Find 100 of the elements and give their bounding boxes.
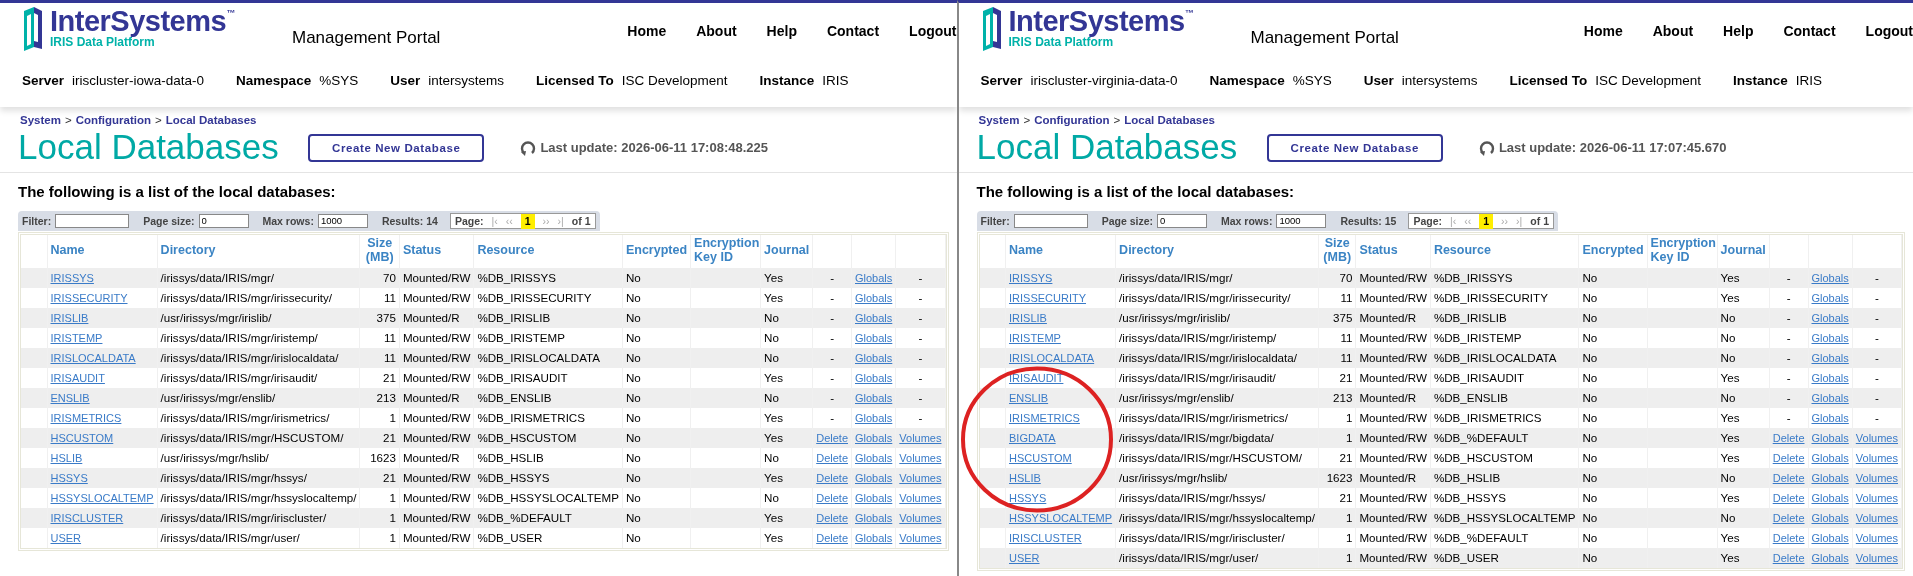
action-link[interactable]: Volumes xyxy=(899,451,942,464)
action-link[interactable]: Globals xyxy=(855,531,893,544)
database-link[interactable]: HSSYSLOCALTEMP xyxy=(50,491,154,504)
action-link[interactable]: Globals xyxy=(855,471,893,484)
database-link[interactable]: HSLIB xyxy=(50,451,83,464)
nav-link[interactable]: About xyxy=(696,21,737,42)
action-link[interactable]: Volumes xyxy=(1855,451,1898,464)
database-link[interactable]: IRISSYS xyxy=(1009,271,1053,284)
pager-button[interactable]: |‹ xyxy=(1450,213,1457,230)
database-link[interactable]: IRISLIB xyxy=(50,311,89,324)
action-link[interactable]: Globals xyxy=(855,311,893,324)
action-link[interactable]: Globals xyxy=(855,351,893,364)
action-link[interactable]: Globals xyxy=(855,271,893,284)
pager-button[interactable]: ‹‹ xyxy=(1464,213,1472,230)
action-link[interactable]: Volumes xyxy=(899,491,942,504)
action-link[interactable]: Delete xyxy=(816,491,848,504)
database-link[interactable]: IRISCLUSTER xyxy=(1009,531,1082,544)
breadcrumb-link[interactable]: Configuration xyxy=(1034,112,1110,130)
nav-link[interactable]: Contact xyxy=(1783,21,1836,42)
database-link[interactable]: IRISSECURITY xyxy=(50,291,128,304)
database-link[interactable]: USER xyxy=(50,531,82,544)
database-link[interactable]: ENSLIB xyxy=(50,391,90,404)
nav-link[interactable]: Help xyxy=(766,21,797,42)
action-link[interactable]: Globals xyxy=(1811,451,1849,464)
database-link[interactable]: BIGDATA xyxy=(1009,431,1056,444)
database-link[interactable]: HSCUSTOM xyxy=(50,431,114,444)
action-link[interactable]: Globals xyxy=(1811,391,1849,404)
breadcrumb-link[interactable]: Local Databases xyxy=(1124,112,1215,130)
pager-button[interactable]: ›| xyxy=(557,213,564,230)
database-link[interactable]: IRISLOCALDATA xyxy=(50,351,136,364)
action-link[interactable]: Globals xyxy=(1811,311,1849,324)
action-link[interactable]: Delete xyxy=(1772,451,1805,464)
pager-button[interactable]: |‹ xyxy=(491,213,498,230)
action-link[interactable]: Globals xyxy=(1811,331,1849,344)
database-link[interactable]: IRISAUDIT xyxy=(1009,371,1064,384)
action-link[interactable]: Delete xyxy=(1772,531,1805,544)
action-link[interactable]: Globals xyxy=(1811,491,1849,504)
database-link[interactable]: IRISSECURITY xyxy=(1009,291,1086,304)
nav-link[interactable]: Home xyxy=(1583,21,1623,42)
database-link[interactable]: IRISMETRICS xyxy=(1009,411,1080,424)
filter-field[interactable] xyxy=(1013,214,1088,229)
database-link[interactable]: IRISMETRICS xyxy=(50,411,122,424)
breadcrumb-link[interactable]: Local Databases xyxy=(165,112,257,130)
action-link[interactable]: Delete xyxy=(1772,491,1805,504)
action-link[interactable]: Volumes xyxy=(899,431,942,444)
action-link[interactable]: Volumes xyxy=(1855,531,1898,544)
action-link[interactable]: Globals xyxy=(855,451,893,464)
nav-link[interactable]: Home xyxy=(627,21,667,42)
max-rows-field[interactable]: 1000 xyxy=(1276,214,1327,229)
database-link[interactable]: IRISTEMP xyxy=(1009,331,1061,344)
action-link[interactable]: Globals xyxy=(855,431,893,444)
current-page[interactable]: 1 xyxy=(520,213,535,230)
action-link[interactable]: Delete xyxy=(1772,431,1805,444)
database-link[interactable]: IRISLIB xyxy=(1009,311,1047,324)
database-link[interactable]: HSSYS xyxy=(1009,491,1047,504)
database-link[interactable]: IRISTEMP xyxy=(50,331,103,344)
action-link[interactable]: Volumes xyxy=(1855,491,1898,504)
action-link[interactable]: Globals xyxy=(1811,271,1849,284)
action-link[interactable]: Volumes xyxy=(1855,511,1898,524)
action-link[interactable]: Delete xyxy=(1772,471,1805,484)
page-size-field[interactable]: 0 xyxy=(1157,214,1208,229)
database-link[interactable]: IRISSYS xyxy=(50,271,94,284)
refresh-icon[interactable] xyxy=(520,139,537,156)
pager-button[interactable]: ›› xyxy=(1501,213,1509,230)
breadcrumb-link[interactable]: System xyxy=(978,112,1020,130)
action-link[interactable]: Globals xyxy=(1811,551,1849,564)
nav-link[interactable]: Logout xyxy=(909,21,957,42)
action-link[interactable]: Volumes xyxy=(1855,471,1898,484)
action-link[interactable]: Globals xyxy=(1811,431,1849,444)
action-link[interactable]: Delete xyxy=(816,511,848,524)
action-link[interactable]: Globals xyxy=(1811,471,1849,484)
action-link[interactable]: Globals xyxy=(1811,371,1849,384)
database-link[interactable]: ENSLIB xyxy=(1009,391,1049,404)
breadcrumb-link[interactable]: Configuration xyxy=(75,112,151,130)
action-link[interactable]: Delete xyxy=(816,471,848,484)
action-link[interactable]: Globals xyxy=(1811,531,1849,544)
page-size-field[interactable]: 0 xyxy=(198,214,249,229)
action-link[interactable]: Delete xyxy=(816,431,848,444)
action-link[interactable]: Delete xyxy=(816,451,848,464)
database-link[interactable]: HSCUSTOM xyxy=(1009,451,1072,464)
action-link[interactable]: Globals xyxy=(1811,511,1849,524)
database-link[interactable]: IRISCLUSTER xyxy=(50,511,124,524)
max-rows-field[interactable]: 1000 xyxy=(317,214,368,229)
action-link[interactable]: Globals xyxy=(855,411,893,424)
database-link[interactable]: HSSYS xyxy=(50,471,88,484)
pager-button[interactable]: ‹‹ xyxy=(505,213,513,230)
action-link[interactable]: Volumes xyxy=(899,471,942,484)
create-database-button[interactable]: Create New Database xyxy=(308,133,485,162)
nav-link[interactable]: Contact xyxy=(826,21,880,42)
action-link[interactable]: Volumes xyxy=(1855,431,1898,444)
action-link[interactable]: Delete xyxy=(816,531,848,544)
database-link[interactable]: IRISAUDIT xyxy=(50,371,105,384)
action-link[interactable]: Globals xyxy=(855,491,893,504)
refresh-icon[interactable] xyxy=(1478,139,1495,156)
nav-link[interactable]: About xyxy=(1652,21,1694,42)
current-page[interactable]: 1 xyxy=(1479,213,1494,230)
pager-button[interactable]: ›| xyxy=(1516,213,1523,230)
pager-button[interactable]: ›› xyxy=(542,213,550,230)
database-link[interactable]: IRISLOCALDATA xyxy=(1009,351,1095,364)
action-link[interactable]: Delete xyxy=(1772,551,1805,564)
